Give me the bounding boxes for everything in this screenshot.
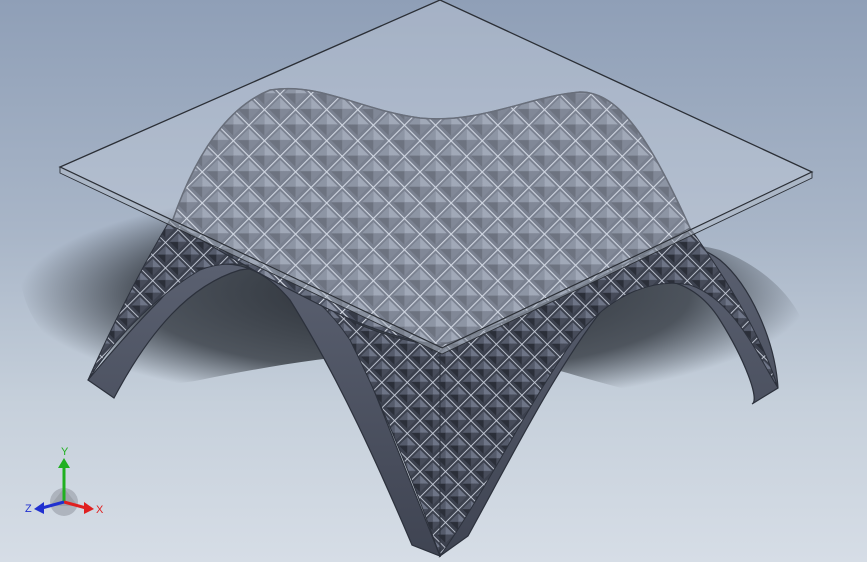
graphics-viewport[interactable]: Y X Z xyxy=(0,0,867,562)
y-axis-arrow xyxy=(58,458,70,468)
y-axis-label: Y xyxy=(61,446,69,458)
reference-triad[interactable]: Y X Z xyxy=(24,444,108,524)
z-axis-arrow xyxy=(34,502,44,514)
z-axis-label: Z xyxy=(25,503,32,515)
x-axis-arrow xyxy=(84,502,94,514)
x-axis-label: X xyxy=(96,504,104,516)
model-view[interactable] xyxy=(0,0,867,562)
